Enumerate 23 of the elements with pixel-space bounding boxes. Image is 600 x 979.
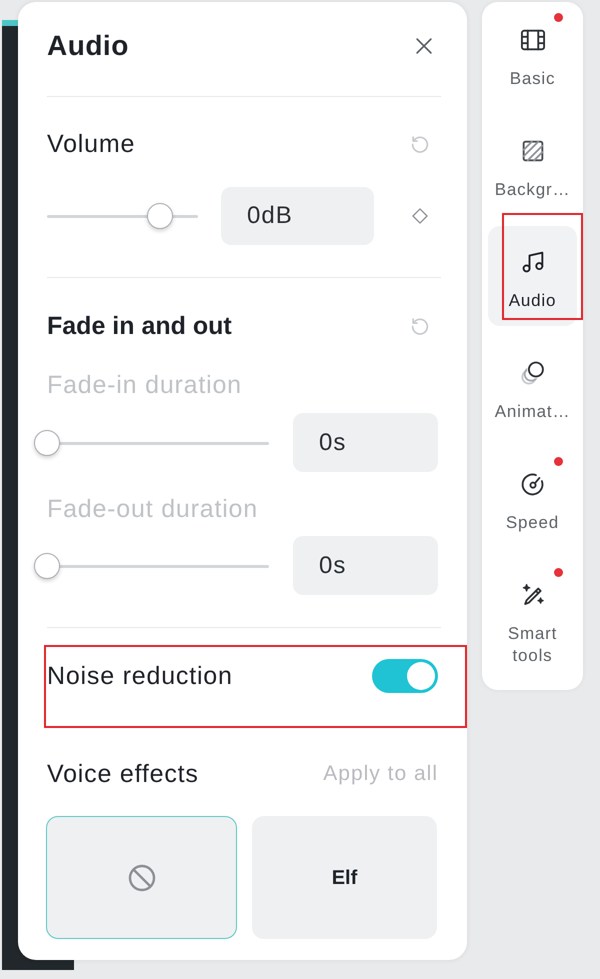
- voice-effect-card[interactable]: Elf: [252, 816, 437, 939]
- slider-label: Fade-in duration: [47, 370, 243, 400]
- sidebar-tab[interactable]: Animat…: [488, 337, 577, 437]
- slider-thumb[interactable]: [34, 430, 60, 456]
- noise-reduction-toggle[interactable]: [372, 659, 438, 693]
- slider-thumb[interactable]: [147, 203, 174, 229]
- sidebar-tab[interactable]: Audio: [488, 226, 577, 326]
- volume-input[interactable]: 0dB: [221, 187, 374, 245]
- diamond-icon[interactable]: [410, 206, 430, 226]
- duration-input[interactable]: 0s: [293, 413, 438, 472]
- panel-title: Audio: [47, 29, 129, 63]
- sidebar-tab[interactable]: Basic: [488, 4, 577, 104]
- duration-input[interactable]: 0s: [293, 536, 438, 595]
- section-heading: Voice effects: [47, 759, 199, 789]
- setting-label: Noise reduction: [47, 661, 233, 691]
- sidebar-tab[interactable]: Speed: [488, 448, 577, 548]
- slider-thumb[interactable]: [34, 552, 60, 578]
- sidebar-tab[interactable]: Backgr…: [488, 115, 577, 215]
- slider-label: Fade-out duration: [47, 494, 259, 524]
- section-heading: Volume: [47, 129, 136, 159]
- voice-effect-card[interactable]: [46, 816, 237, 939]
- sidebar-tab[interactable]: Smart tools: [488, 559, 577, 667]
- section-heading: Fade in and out: [47, 311, 232, 341]
